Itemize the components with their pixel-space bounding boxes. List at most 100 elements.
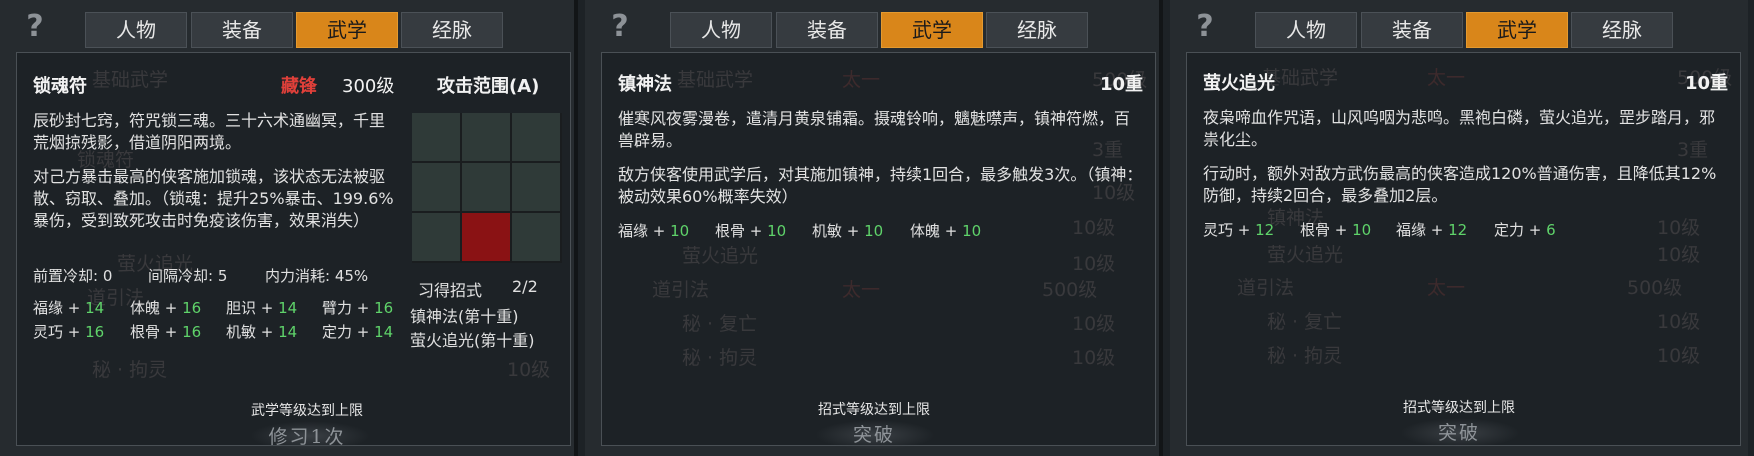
bg-list-item: 秘 · 拘灵 [92, 359, 168, 381]
skill-panel-1: ? 人物 装备 武学 经脉 基础武学 锁魂符 萤火追光 道引法 秘 · 拘灵 1… [0, 0, 578, 456]
range-cell [512, 113, 560, 161]
bg-list-item: 道引法 [652, 279, 710, 301]
tab-character[interactable]: 人物 [670, 12, 772, 48]
bg-list-item: 秘 · 复亡 [1267, 311, 1343, 333]
bg-list-item: 秘 · 拘灵 [682, 347, 758, 369]
stat-bonus: 灵巧 + 12 [1203, 221, 1275, 239]
panel-divider [574, 0, 578, 456]
skill-level: 300级 [342, 76, 395, 97]
bg-list-tier: 太一 [842, 69, 881, 91]
max-level-notice: 招式等级达到上限 [818, 402, 930, 418]
learned-move[interactable]: 镇神法(第十重) [410, 303, 519, 327]
skill-tier: 藏锋 [281, 76, 317, 97]
bg-list-item: 秘 · 复亡 [682, 313, 758, 335]
bg-list-level: 10级 [507, 359, 551, 381]
stat-bonus: 福缘 + 10 [618, 222, 690, 240]
tab-martial-arts[interactable]: 武学 [881, 12, 983, 48]
stat-bonus: 福缘 + 12 [1396, 221, 1468, 239]
range-cell [462, 113, 510, 161]
skill-effect: 敌方侠客使用武学后，对其施加镇神，持续1回合，最多触发3次。（镇神：被动效果60… [618, 165, 1143, 206]
skill-lore: 辰砂封七窍，符咒锁三魂。三十六术通幽冥，千里荒烟掠残影，借道阴阳两境。 [33, 111, 386, 152]
bg-list-level: 10级 [1072, 313, 1116, 335]
skill-level: 10重 [1100, 74, 1144, 95]
tab-meridians[interactable]: 经脉 [1571, 12, 1673, 48]
stat-bonus: 体魄 + 16 [130, 299, 202, 317]
stat-bonus: 机敏 + 10 [812, 222, 884, 240]
tab-meridians[interactable]: 经脉 [986, 12, 1088, 48]
bg-list-item: 萤火追光 [1267, 244, 1344, 266]
bg-list-item: 秘 · 拘灵 [1267, 345, 1343, 367]
tab-equipment[interactable]: 装备 [1361, 12, 1463, 48]
max-level-notice: 招式等级达到上限 [1403, 400, 1515, 416]
range-cell [412, 113, 460, 161]
mp-cost-value: 45% [334, 267, 369, 285]
interval-cooldown-value: 5 [217, 267, 228, 285]
stat-bonus: 福缘 + 14 [33, 299, 105, 317]
pre-cooldown-value: 0 [102, 267, 113, 285]
breakthrough-button[interactable]: 突破 [585, 420, 1163, 447]
tab-martial-arts[interactable]: 武学 [296, 12, 398, 48]
learned-moves-label: 习得招式 [418, 281, 483, 300]
bg-list-level: 10级 [1072, 217, 1116, 239]
learned-move[interactable]: 萤火追光(第十重) [410, 327, 535, 351]
bg-list-level: 10级 [1072, 253, 1116, 275]
bg-list-level: 10级 [1657, 244, 1701, 266]
help-icon[interactable]: ? [20, 10, 50, 44]
skill-name: 镇神法 [618, 74, 672, 95]
bg-list-level: 10级 [1657, 311, 1701, 333]
range-cell [462, 163, 510, 211]
stat-bonus: 根骨 + 16 [130, 323, 202, 341]
range-cell [412, 213, 460, 261]
bg-list-level: 500级 [1042, 279, 1098, 301]
attack-range-grid [412, 113, 562, 263]
bg-list-level: 500级 [1627, 277, 1683, 299]
stat-bonus: 胆识 + 14 [226, 299, 298, 317]
bg-list-item: 基础武学 [677, 69, 754, 91]
bg-list-item: 道引法 [1237, 277, 1295, 299]
breakthrough-button[interactable]: 突破 [1170, 418, 1748, 445]
range-cell [412, 163, 460, 211]
range-cell-target [462, 213, 510, 261]
bg-list-tier: 太一 [1427, 277, 1466, 299]
mp-cost: 内力消耗: 45% [265, 265, 368, 286]
tab-meridians[interactable]: 经脉 [401, 12, 503, 48]
pre-cooldown: 前置冷却: 0 [33, 265, 112, 286]
help-icon[interactable]: ? [1190, 10, 1220, 44]
tab-character[interactable]: 人物 [85, 12, 187, 48]
help-icon[interactable]: ? [605, 10, 635, 44]
stat-bonus: 臂力 + 16 [322, 299, 394, 317]
bg-list-level: 10级 [1072, 347, 1116, 369]
pre-cooldown-label: 前置冷却: [33, 267, 99, 285]
stat-bonus: 根骨 + 10 [1300, 221, 1372, 239]
skill-panel-3: ? 人物 装备 武学 经脉 基础武学 太一 500级 3重 镇神法 10级 萤火… [1170, 0, 1748, 456]
range-cell [512, 163, 560, 211]
stat-bonus: 根骨 + 10 [715, 222, 787, 240]
tab-character[interactable]: 人物 [1255, 12, 1357, 48]
skill-name: 萤火追光 [1203, 73, 1275, 94]
bg-list-item: 基础武学 [92, 69, 169, 91]
stat-bonus: 机敏 + 14 [226, 323, 298, 341]
bg-list-item: 萤火追光 [682, 245, 759, 267]
skill-level: 10重 [1685, 73, 1729, 94]
tab-martial-arts[interactable]: 武学 [1466, 12, 1568, 48]
stat-bonus: 体魄 + 10 [910, 222, 982, 240]
max-level-notice: 武学等级达到上限 [251, 403, 363, 419]
skill-name: 锁魂符 [33, 76, 87, 97]
skill-lore: 夜枭啼血作咒语，山风呜咽为悲鸣。黑袍白磷，萤火追光，罡步踏月，邪祟化尘。 [1203, 108, 1716, 149]
skill-effect: 对己方暴击最高的侠客施加锁魂，该状态无法被驱散、窃取、叠加。（锁魂：提升25%暴… [33, 167, 394, 230]
bg-list-level: 10级 [1657, 217, 1701, 239]
stat-bonus: 定力 + 14 [322, 323, 394, 341]
stat-bonus: 定力 + 6 [1494, 221, 1556, 239]
bg-list-tier: 太一 [1427, 67, 1466, 89]
mp-cost-label: 内力消耗: [265, 267, 331, 285]
tab-equipment[interactable]: 装备 [776, 12, 878, 48]
skill-effect: 行动时，额外对敌方武伤最高的侠客造成120%普通伤害，且降低其12%防御，持续2… [1203, 164, 1717, 205]
interval-cooldown: 间隔冷却: 5 [148, 265, 227, 286]
bg-list-tier: 太一 [842, 279, 881, 301]
tab-equipment[interactable]: 装备 [191, 12, 293, 48]
skill-lore: 催寒风夜雾漫卷，遣清月黄泉铺霜。摄魂铃响，魑魅噤声，镇神符燃，百兽辟易。 [618, 109, 1131, 150]
interval-cooldown-label: 间隔冷却: [148, 267, 214, 285]
skill-panel-2: ? 人物 装备 武学 经脉 基础武学 太一 500级 3重 10级 10级 10… [585, 0, 1163, 456]
practice-button[interactable]: 修习1次 [18, 422, 578, 449]
attack-range-label: 攻击范围(A) [437, 76, 540, 97]
